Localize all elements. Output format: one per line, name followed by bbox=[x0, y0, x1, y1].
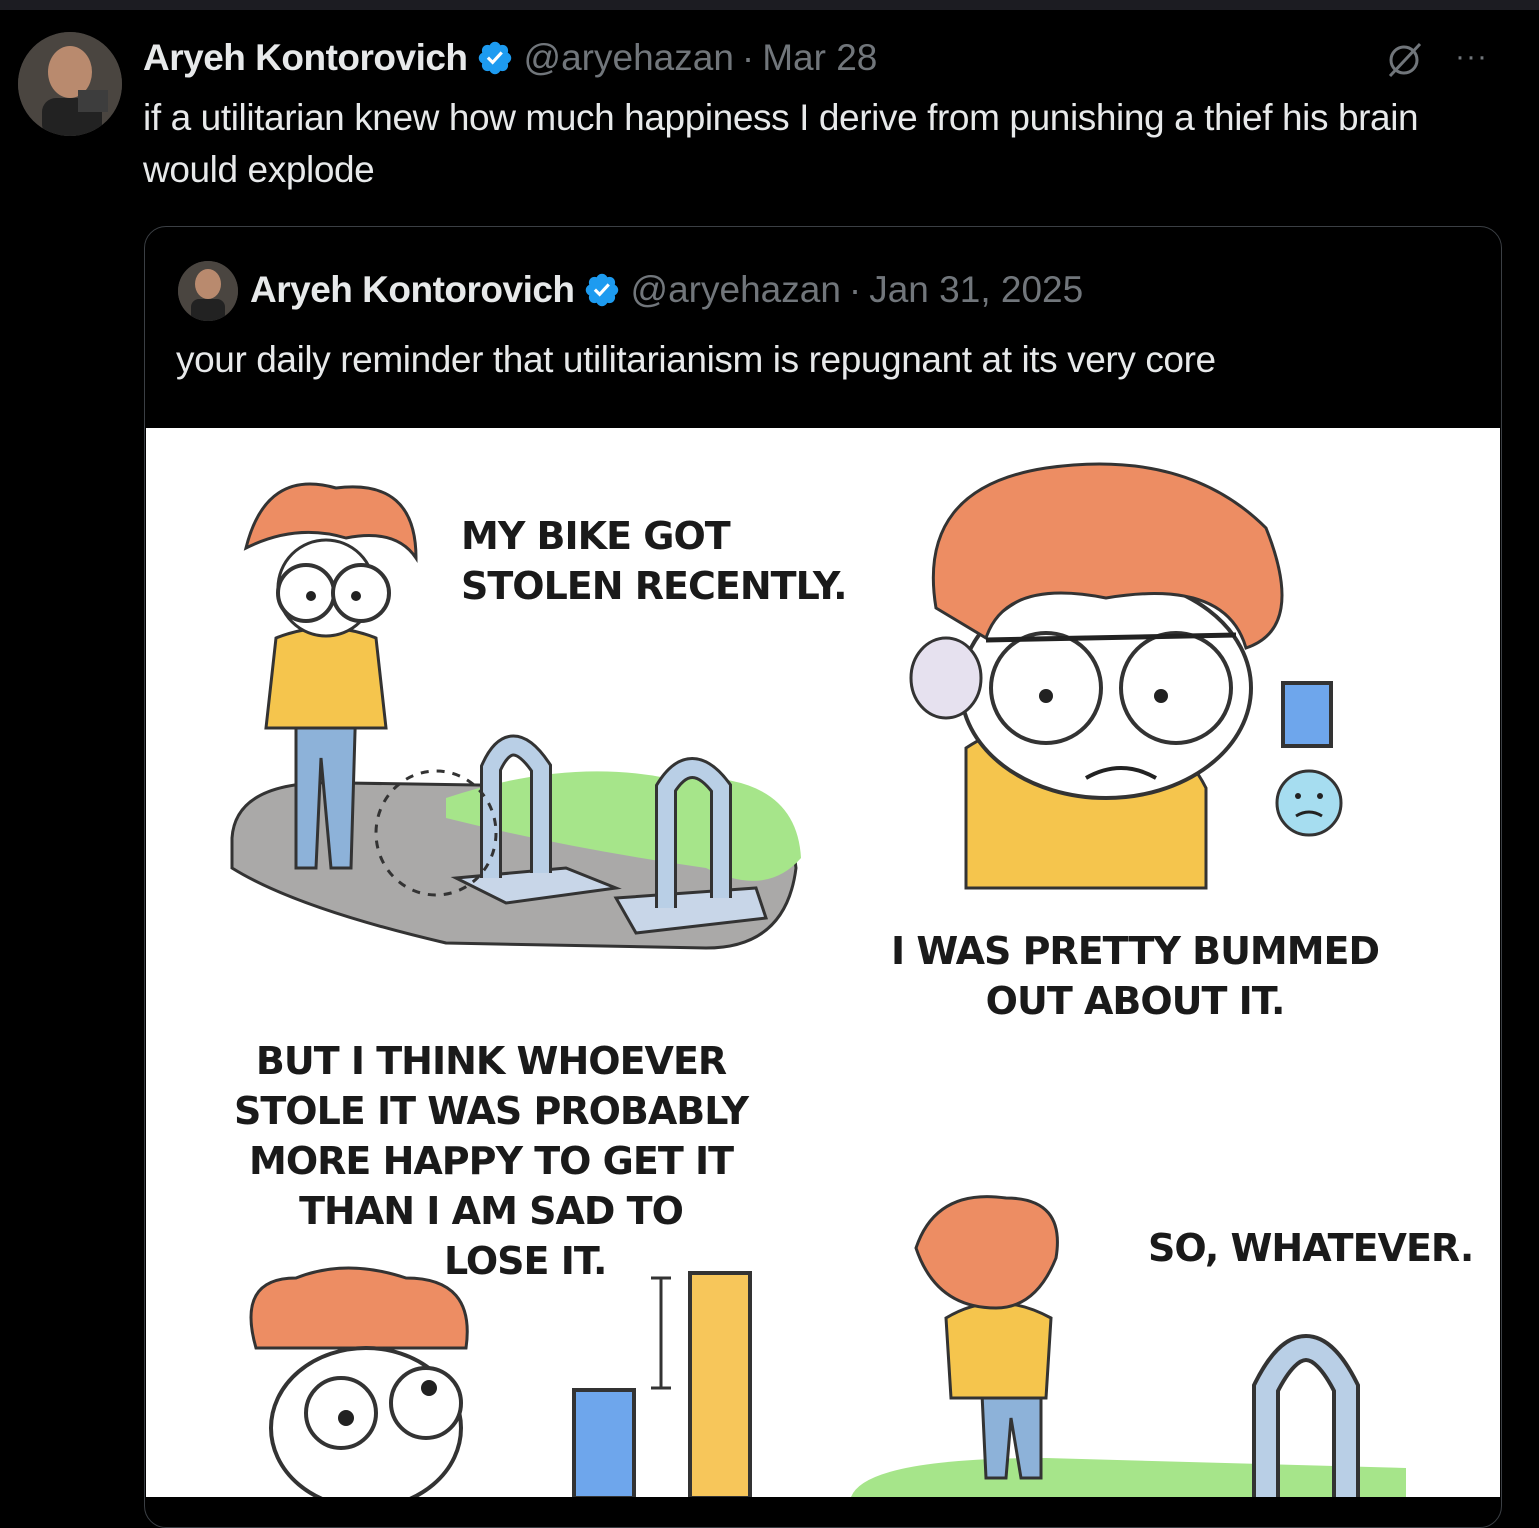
panel-3-caption-line: BUT I THINK WHOEVER bbox=[255, 1039, 727, 1083]
comic-image[interactable]: MY BIKE GOT STOLEN RECENTLY. I WAS PRETT… bbox=[146, 428, 1500, 1497]
quoted-tweet-date: Jan 31, 2025 bbox=[869, 269, 1084, 310]
panel-4-caption-line: SO, WHATEVER. bbox=[1148, 1226, 1474, 1270]
panel-3-caption: BUT I THINK WHOEVER STOLE IT WAS PROBABL… bbox=[234, 1036, 749, 1286]
separator: · bbox=[741, 37, 755, 78]
verified-icon bbox=[478, 41, 511, 75]
panel-1-caption-line: MY BIKE GOT bbox=[461, 514, 731, 558]
panel-3-caption-line: STOLE IT WAS PROBABLY bbox=[234, 1089, 749, 1133]
more-icon[interactable]: ··· bbox=[1455, 42, 1499, 78]
grok-icon[interactable] bbox=[1384, 40, 1424, 80]
quoted-author-handle: @aryehazan bbox=[630, 269, 841, 310]
panel-3-caption-line: MORE HAPPY TO GET IT bbox=[249, 1139, 734, 1183]
verified-icon bbox=[585, 273, 618, 307]
quoted-author-name: Aryeh Kontorovich bbox=[250, 269, 575, 310]
panel-1-caption: MY BIKE GOT STOLEN RECENTLY. bbox=[461, 511, 848, 611]
top-bar bbox=[0, 0, 1539, 10]
panel-4-caption: SO, WHATEVER. bbox=[1148, 1223, 1474, 1273]
separator: · bbox=[848, 269, 862, 310]
panel-3-caption-line: THAN I AM SAD TO bbox=[299, 1189, 684, 1233]
quoted-author-avatar bbox=[178, 261, 238, 321]
tweet-date[interactable]: Mar 28 bbox=[762, 37, 877, 79]
author-avatar[interactable] bbox=[18, 32, 122, 136]
panel-1-caption-line: STOLEN RECENTLY. bbox=[461, 564, 848, 608]
panel-3-art bbox=[249, 1266, 752, 1497]
panel-2-caption-line: I WAS PRETTY BUMMED bbox=[891, 929, 1380, 973]
author-handle[interactable]: @aryehazan bbox=[524, 37, 734, 79]
panel-2-art bbox=[909, 462, 1343, 890]
author-name[interactable]: Aryeh Kontorovich bbox=[143, 37, 468, 79]
panel-2-caption-line: OUT ABOUT IT. bbox=[985, 979, 1286, 1023]
quoted-tweet-header: Aryeh Kontorovich @aryehazan · Jan 31, 2… bbox=[250, 262, 1083, 318]
panel-2-caption: I WAS PRETTY BUMMED OUT ABOUT IT. bbox=[891, 926, 1380, 1026]
quoted-tweet-text: your daily reminder that utilitarianism … bbox=[176, 339, 1216, 380]
tweet-text: if a utilitarian knew how much happiness… bbox=[143, 97, 1419, 190]
panel-3-caption-line: LOSE IT. bbox=[444, 1239, 607, 1283]
tweet-header: Aryeh Kontorovich @aryehazan · Mar 28 bbox=[143, 30, 877, 86]
